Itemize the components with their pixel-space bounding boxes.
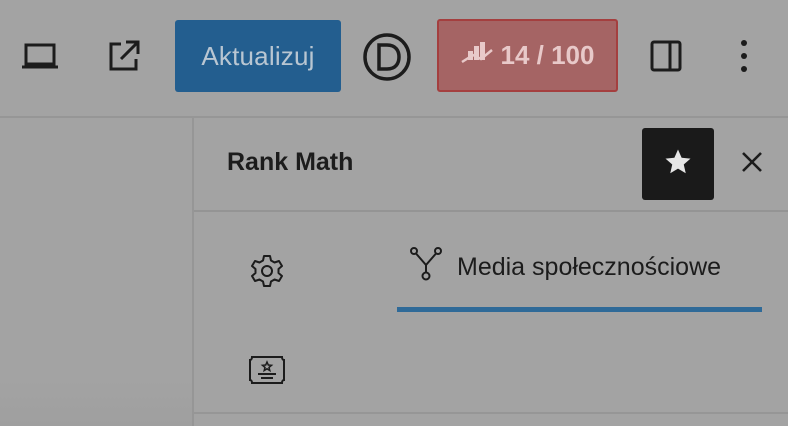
tab-social-label: Media społecznościowe	[457, 252, 722, 281]
tab-social-media[interactable]: Media społecznościowe	[397, 222, 762, 312]
rank-math-panel: Rank Math Media społecznościowe	[194, 118, 788, 426]
external-link-icon[interactable]	[104, 36, 144, 76]
divider	[194, 412, 788, 414]
sidebar-toggle-icon[interactable]	[648, 38, 684, 74]
close-icon	[741, 151, 763, 178]
star-button[interactable]	[642, 128, 714, 200]
certificate-icon	[248, 355, 286, 390]
editor-canvas	[0, 118, 194, 426]
rank-math-score-icon	[460, 40, 493, 71]
social-share-icon	[409, 246, 443, 289]
laptop-icon[interactable]	[18, 38, 62, 74]
seo-score-button[interactable]: 14 / 100	[437, 19, 618, 92]
tab-schema[interactable]	[234, 342, 300, 402]
tab-general[interactable]	[234, 242, 300, 304]
panel-title: Rank Math	[227, 148, 354, 176]
panel-header: Rank Math	[194, 118, 788, 212]
update-button[interactable]: Aktualizuj	[175, 20, 341, 92]
top-toolbar: Aktualizuj 14 / 100	[0, 0, 788, 118]
star-icon	[663, 147, 693, 182]
more-vertical-icon[interactable]	[734, 38, 754, 74]
active-tab-indicator	[397, 307, 762, 312]
divi-logo-icon[interactable]	[362, 32, 412, 82]
gear-icon	[249, 253, 285, 294]
close-button[interactable]	[734, 146, 770, 182]
score-label: 14 / 100	[500, 40, 595, 70]
